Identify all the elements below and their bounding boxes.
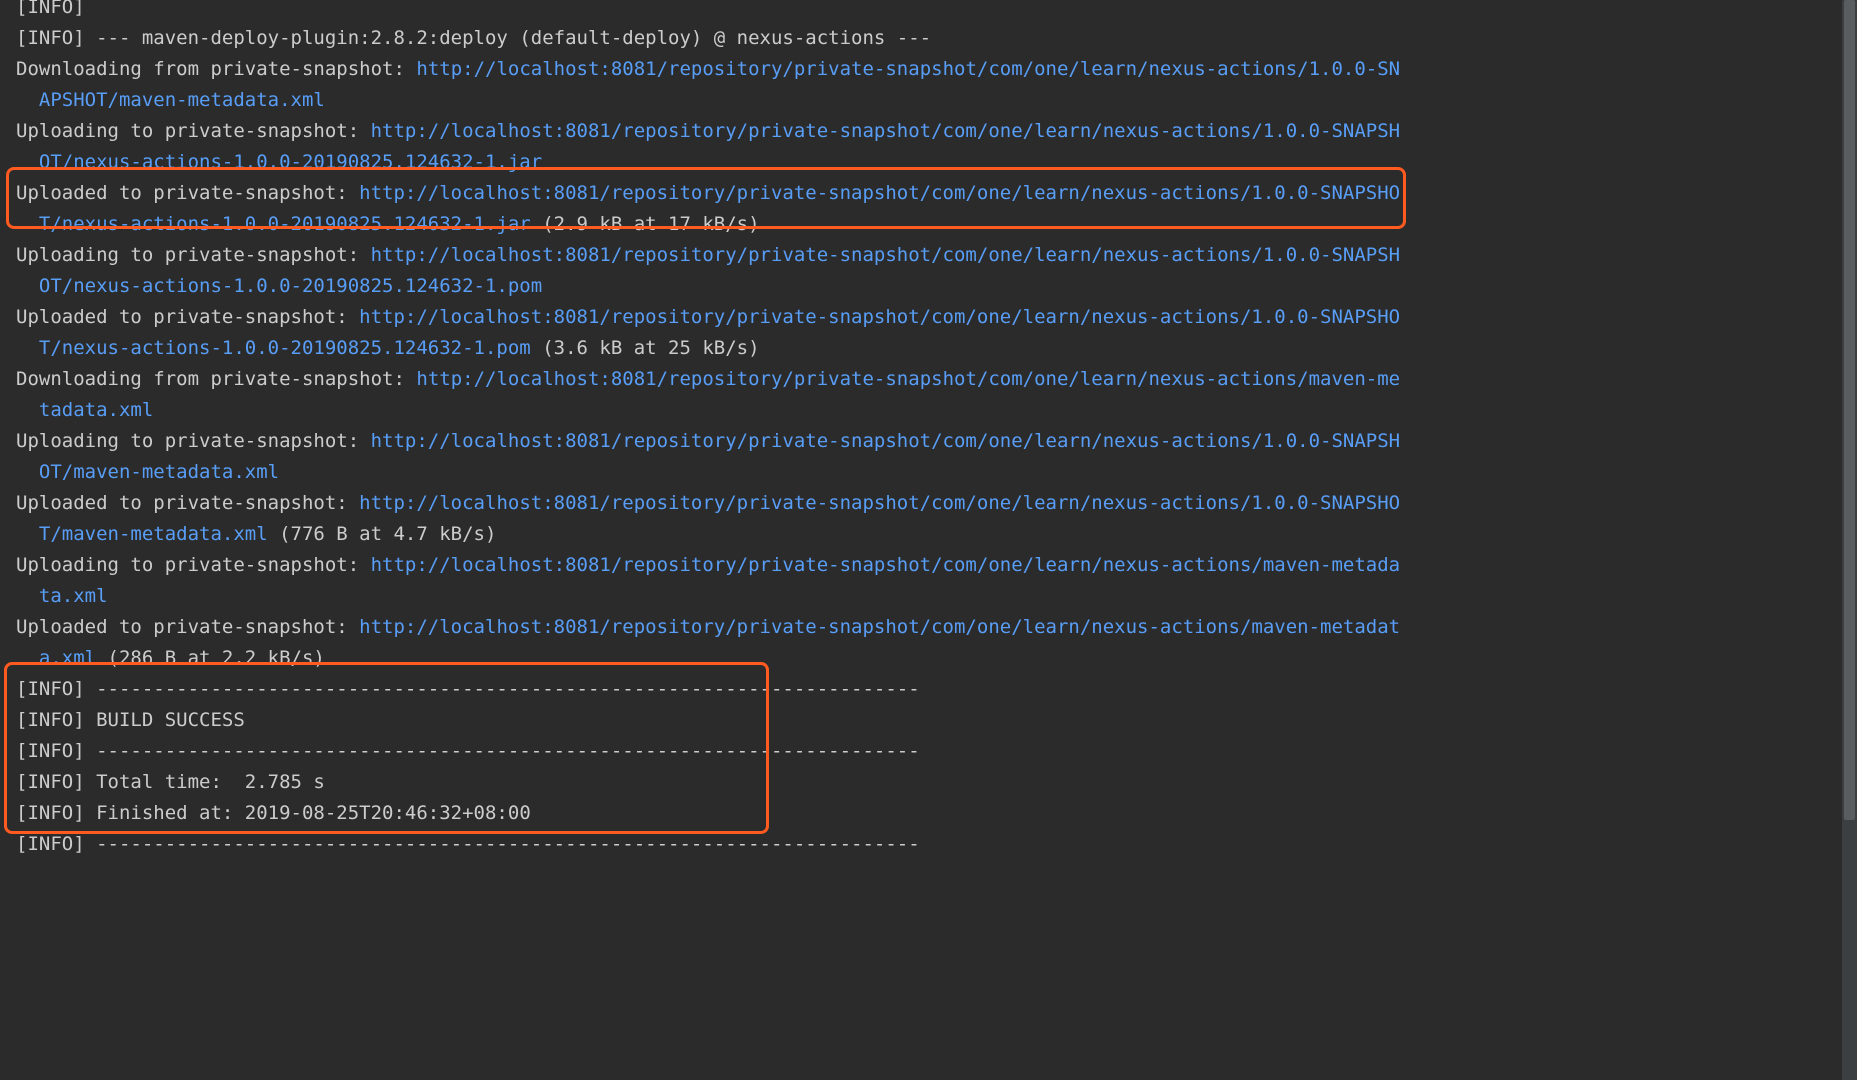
log-line: Uploading to private-snapshot: http://lo… [16, 240, 1405, 302]
log-text: [INFO] ---------------------------------… [16, 833, 920, 855]
log-text: Uploaded to private-snapshot: [16, 616, 359, 638]
log-text: Uploading to private-snapshot: [16, 244, 371, 266]
log-line: [INFO] ---------------------------------… [16, 829, 1405, 860]
log-line: Downloading from private-snapshot: http:… [16, 54, 1405, 116]
log-text: (2.9 kB at 17 kB/s) [531, 213, 760, 235]
log-line: [INFO] [16, 0, 1405, 23]
log-text: [INFO] [16, 0, 85, 18]
log-text: [INFO] BUILD SUCCESS [16, 709, 245, 731]
log-text: Uploading to private-snapshot: [16, 430, 371, 452]
log-text: (286 B at 2.2 kB/s) [96, 647, 325, 669]
scrollbar-track[interactable] [1842, 0, 1857, 1080]
log-line: Downloading from private-snapshot: http:… [16, 364, 1405, 426]
log-text: Uploading to private-snapshot: [16, 554, 371, 576]
scrollbar-thumb[interactable] [1844, 0, 1855, 820]
log-text: Downloading from private-snapshot: [16, 368, 416, 390]
log-text: [INFO] Total time: 2.785 s [16, 771, 325, 793]
log-line: Uploaded to private-snapshot: http://loc… [16, 612, 1405, 674]
log-line: Uploaded to private-snapshot: http://loc… [16, 488, 1405, 550]
log-line: Uploaded to private-snapshot: http://loc… [16, 178, 1405, 240]
log-text: [INFO] Finished at: 2019-08-25T20:46:32+… [16, 802, 531, 824]
log-text: Uploaded to private-snapshot: [16, 182, 359, 204]
log-line: Uploading to private-snapshot: http://lo… [16, 116, 1405, 178]
terminal-viewport: [INFO] [INFO] --- maven-deploy-plugin:2.8… [0, 0, 1857, 1080]
log-text: [INFO] ---------------------------------… [16, 678, 920, 700]
log-line: [INFO] --- maven-deploy-plugin:2.8.2:dep… [16, 23, 1405, 54]
terminal-output[interactable]: [INFO] [INFO] --- maven-deploy-plugin:2.8… [0, 0, 1421, 860]
log-text: (776 B at 4.7 kB/s) [268, 523, 497, 545]
log-text: [INFO] ---------------------------------… [16, 740, 920, 762]
log-text: Uploading to private-snapshot: [16, 120, 371, 142]
log-line: [INFO] ---------------------------------… [16, 674, 1405, 705]
log-line: [INFO] Finished at: 2019-08-25T20:46:32+… [16, 798, 1405, 829]
log-line: Uploading to private-snapshot: http://lo… [16, 550, 1405, 612]
log-text: Uploaded to private-snapshot: [16, 492, 359, 514]
log-line: Uploading to private-snapshot: http://lo… [16, 426, 1405, 488]
log-text: [INFO] --- maven-deploy-plugin:2.8.2:dep… [16, 27, 931, 49]
log-line: Uploaded to private-snapshot: http://loc… [16, 302, 1405, 364]
log-line: [INFO] ---------------------------------… [16, 736, 1405, 767]
log-text: Downloading from private-snapshot: [16, 58, 416, 80]
log-text: (3.6 kB at 25 kB/s) [531, 337, 760, 359]
log-line: [INFO] BUILD SUCCESS [16, 705, 1405, 736]
log-line: [INFO] Total time: 2.785 s [16, 767, 1405, 798]
log-text: Uploaded to private-snapshot: [16, 306, 359, 328]
